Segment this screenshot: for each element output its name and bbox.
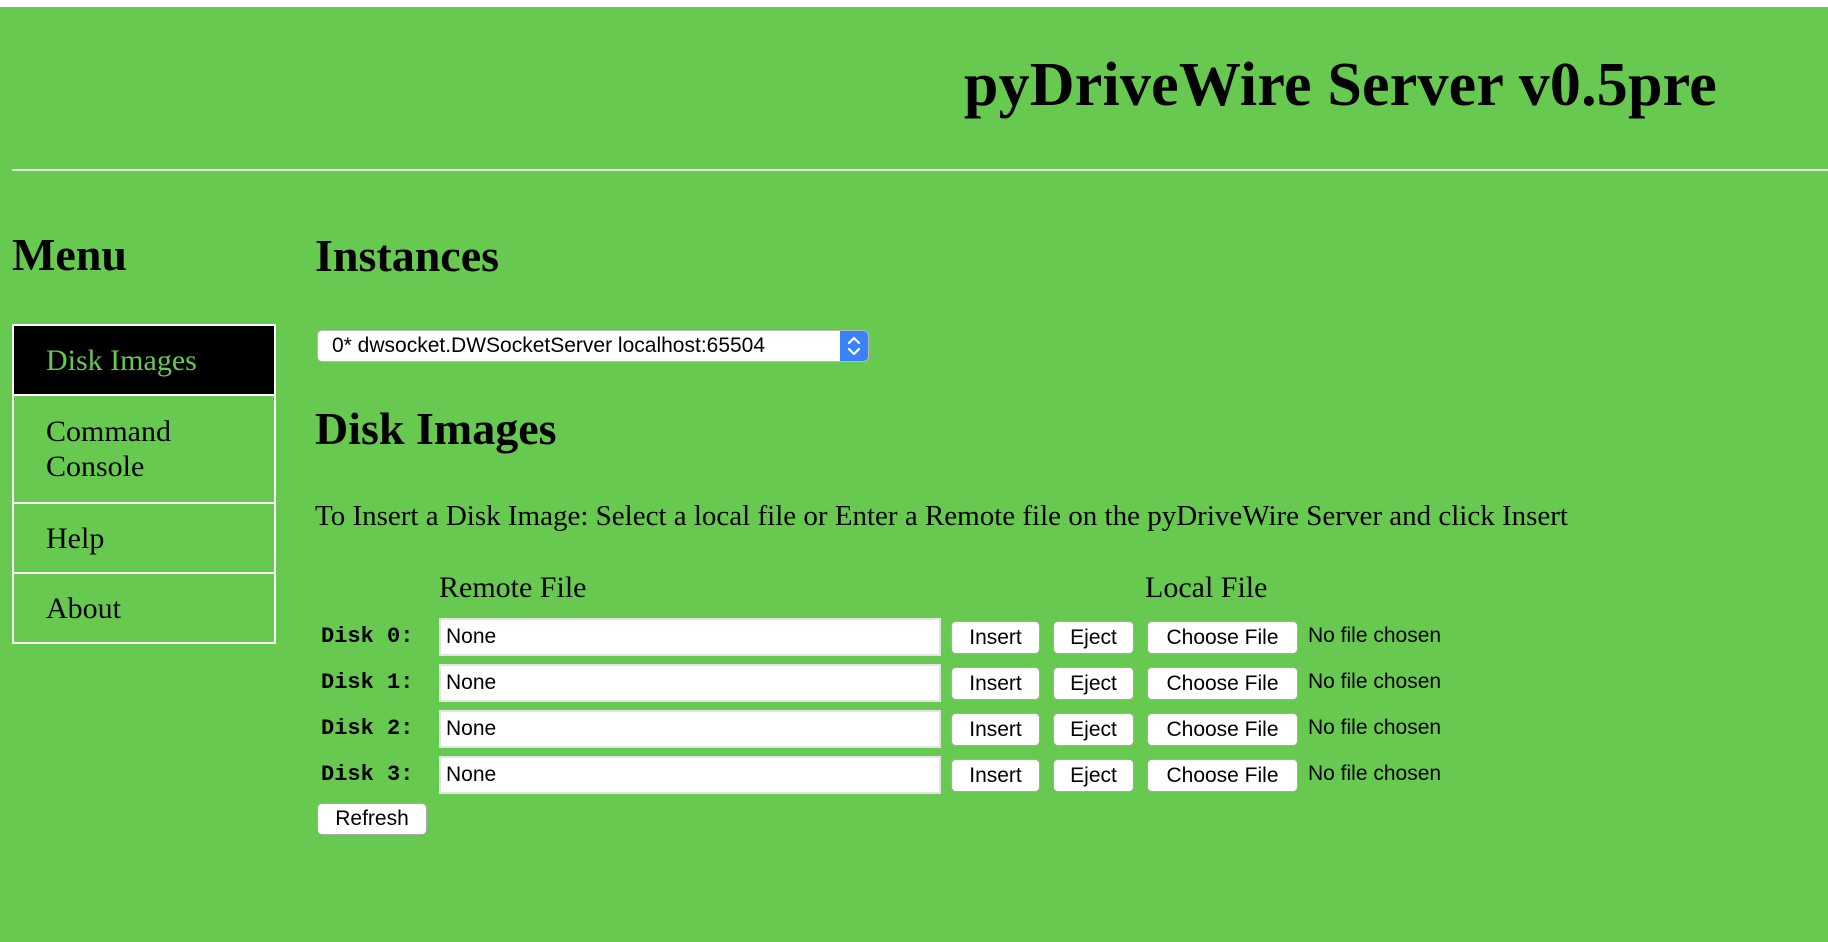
instances-heading: Instances [315,230,500,281]
disk-images-heading: Disk Images [315,403,557,454]
insert-button[interactable]: Insert [951,713,1040,746]
top-border [0,0,1828,7]
chevron-up-down-icon [840,331,868,361]
disk-label: Disk 3: [321,762,414,787]
insert-instructions: To Insert a Disk Image: Select a local f… [315,500,1568,532]
insert-button[interactable]: Insert [951,621,1040,654]
menu-item-about[interactable]: About [12,572,276,644]
disk-row-2: Disk 2: Insert Eject Choose File No file… [321,710,1501,748]
insert-button[interactable]: Insert [951,667,1040,700]
eject-button[interactable]: Eject [1053,667,1134,700]
menu-item-help[interactable]: Help [12,502,276,574]
header-divider [12,169,1828,171]
insert-button[interactable]: Insert [951,759,1040,792]
choose-file-button[interactable]: Choose File [1147,621,1298,654]
remote-file-column-header: Remote File [439,571,587,604]
remote-file-input[interactable] [439,756,941,794]
sidebar-menu: Disk Images Command Console Help About [12,324,276,644]
disk-row-3: Disk 3: Insert Eject Choose File No file… [321,756,1501,794]
disk-row-1: Disk 1: Insert Eject Choose File No file… [321,664,1501,702]
choose-file-button[interactable]: Choose File [1147,667,1298,700]
disk-label: Disk 2: [321,716,414,741]
eject-button[interactable]: Eject [1053,713,1134,746]
menu-item-disk-images[interactable]: Disk Images [12,324,276,396]
local-file-status: No file chosen [1308,716,1442,739]
menu-item-label: About [46,591,121,625]
page-title: pyDriveWire Server v0.5pre [963,51,1717,119]
refresh-button[interactable]: Refresh [317,803,427,835]
choose-file-button[interactable]: Choose File [1147,713,1298,746]
menu-item-label: Disk Images [46,343,197,377]
remote-file-input[interactable] [439,618,941,656]
eject-button[interactable]: Eject [1053,621,1134,654]
disk-label: Disk 0: [321,624,414,649]
disk-row-0: Disk 0: Insert Eject Choose File No file… [321,618,1501,656]
menu-item-command-console[interactable]: Command Console [12,394,276,504]
instance-select-value: 0* dwsocket.DWSocketServer localhost:655… [332,334,766,357]
menu-heading: Menu [12,229,127,280]
choose-file-button[interactable]: Choose File [1147,759,1298,792]
local-file-status: No file chosen [1308,762,1442,785]
instance-select[interactable]: 0* dwsocket.DWSocketServer localhost:655… [317,330,869,362]
remote-file-input[interactable] [439,664,941,702]
disk-label: Disk 1: [321,670,414,695]
local-file-status: No file chosen [1308,670,1442,693]
menu-item-label: Command Console [46,415,171,483]
eject-button[interactable]: Eject [1053,759,1134,792]
menu-item-label: Help [46,521,105,555]
remote-file-input[interactable] [439,710,941,748]
local-file-column-header: Local File [1145,571,1268,604]
local-file-status: No file chosen [1308,624,1442,647]
